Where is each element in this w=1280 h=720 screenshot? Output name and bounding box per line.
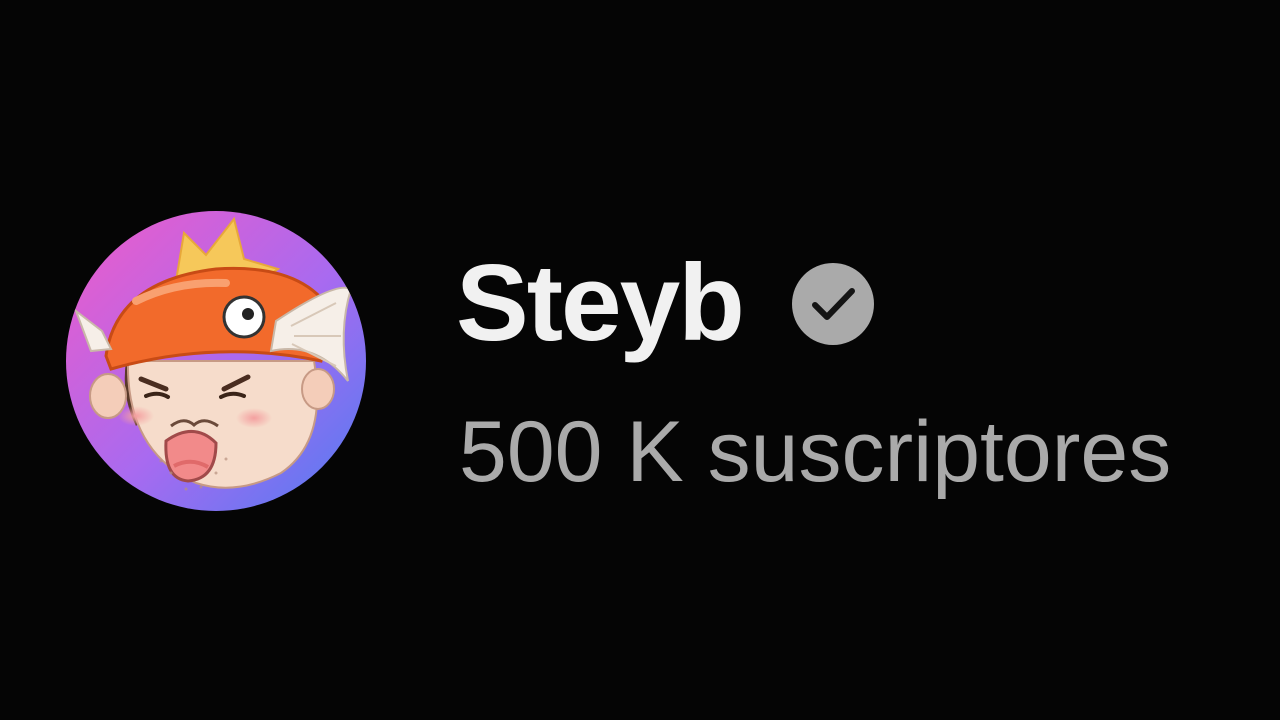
channel-avatar[interactable]: [66, 211, 366, 511]
channel-header: Steyb 500 K suscriptores: [0, 0, 1280, 720]
subscriber-count: 500 K suscriptores: [459, 404, 1172, 500]
verified-badge-icon: [791, 262, 875, 346]
magikarp-hat-avatar-icon: [66, 211, 366, 511]
channel-name[interactable]: Steyb: [456, 240, 745, 366]
